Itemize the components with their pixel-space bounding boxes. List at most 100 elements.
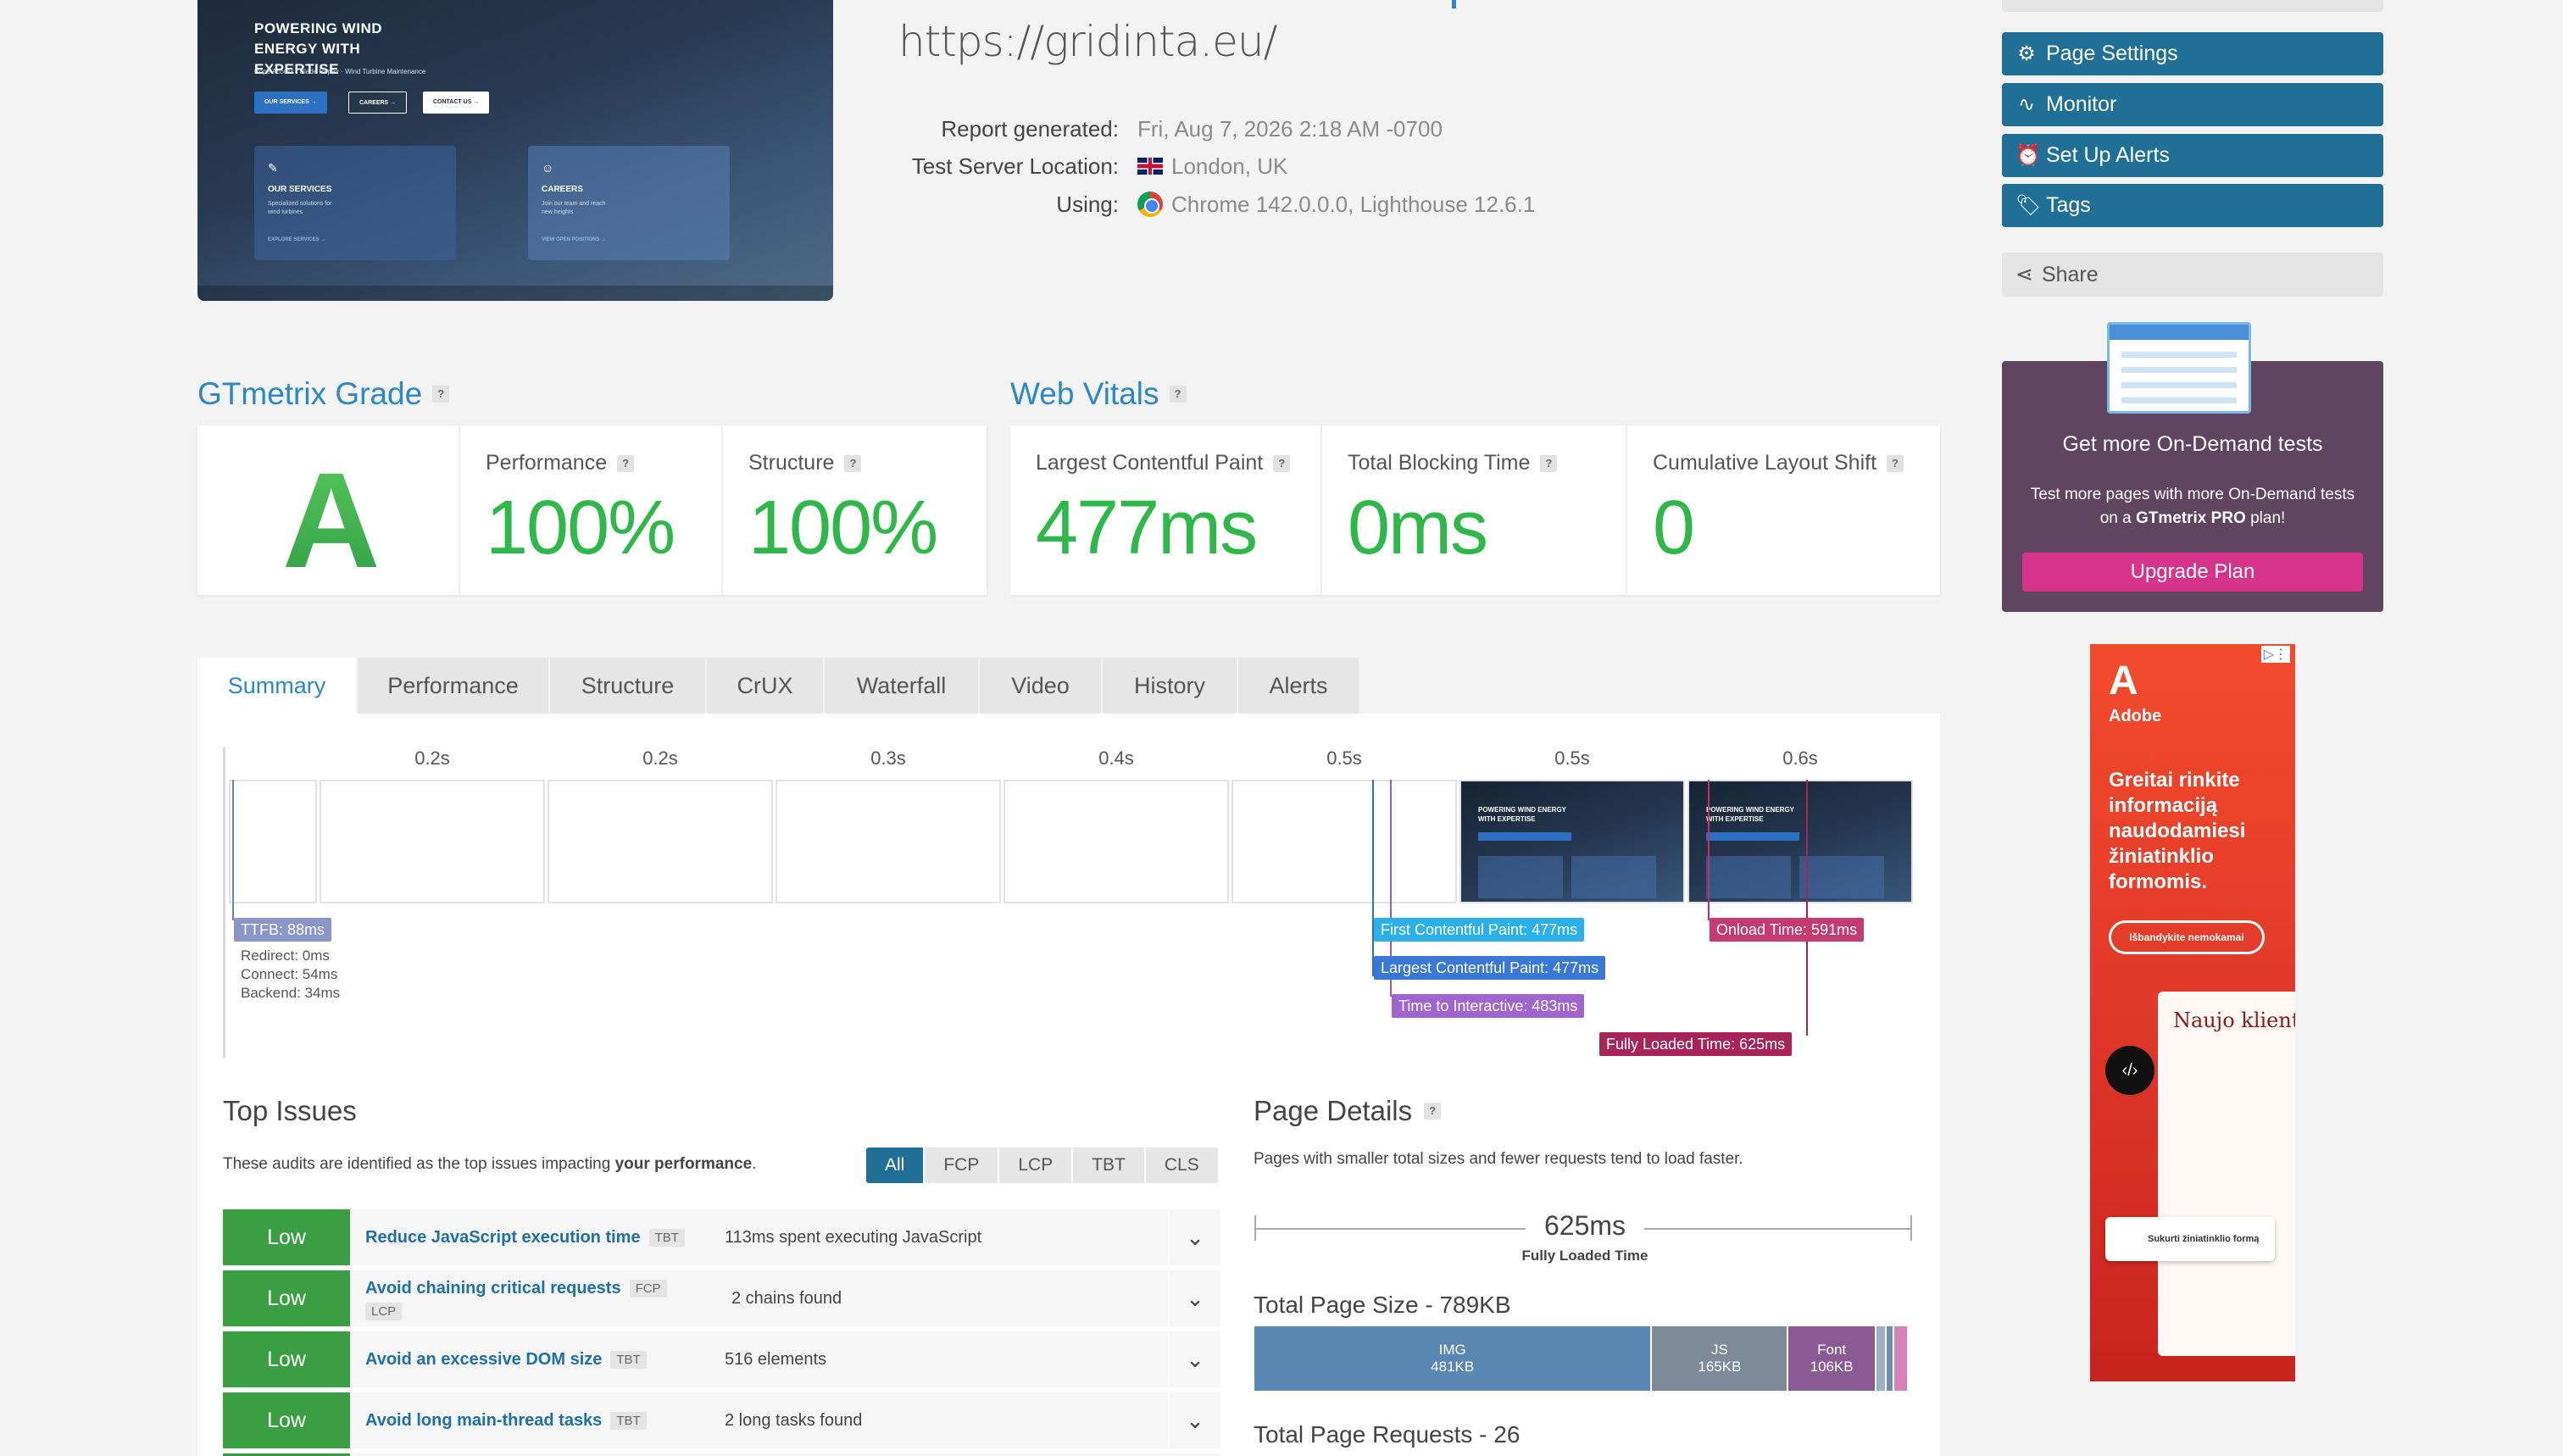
size-segment-other[interactable] bbox=[1886, 1326, 1895, 1391]
issue-name-text[interactable]: Avoid long main-thread tasks bbox=[365, 1411, 602, 1431]
advertisement[interactable]: ▷⋮ A Adobe Greitai rinkite informaciją n… bbox=[2090, 644, 2295, 1381]
issue-row[interactable]: Low Avoid chaining critical requests FCP … bbox=[223, 1270, 1220, 1326]
metric-tag: TBT bbox=[610, 1351, 647, 1369]
help-icon[interactable]: ? bbox=[1424, 1103, 1442, 1120]
upgrade-plan-button[interactable]: Upgrade Plan bbox=[2022, 553, 2363, 592]
alarm-icon: ⏰ bbox=[2015, 144, 2041, 167]
filter-lcp[interactable]: LCP bbox=[999, 1148, 1074, 1183]
filter-cls[interactable]: CLS bbox=[1145, 1148, 1220, 1183]
help-icon[interactable]: ? bbox=[432, 386, 450, 403]
filter-all[interactable]: All bbox=[866, 1148, 926, 1183]
person-icon: ☺ bbox=[542, 161, 554, 175]
thumbnail-card: ☺ CAREERS Join our team and reach new he… bbox=[528, 146, 730, 260]
structure-label: Structure? bbox=[748, 451, 862, 475]
report-url[interactable]: https://gridinta.eu/ bbox=[898, 17, 1277, 66]
issue-row[interactable]: Low Avoid an excessive DOM size TBT 516 e… bbox=[223, 1331, 1220, 1387]
tab-history[interactable]: History bbox=[1103, 658, 1238, 714]
issue-name-text[interactable]: Avoid chaining critical requests bbox=[365, 1279, 621, 1298]
filmstrip-frame[interactable]: POWERING WIND ENERGY WITH EXPERTISE bbox=[1687, 780, 1913, 903]
chevron-down-icon[interactable]: ⌄ bbox=[1168, 1331, 1220, 1387]
page-details-title-text: Page Details bbox=[1254, 1095, 1413, 1126]
fully-loaded-caption: Fully Loaded Time bbox=[1521, 1248, 1648, 1264]
promo-text: Test more pages with more On-Demand test… bbox=[2027, 483, 2358, 531]
issue-detail: 2 chains found bbox=[731, 1289, 842, 1308]
help-icon[interactable]: ? bbox=[617, 454, 635, 472]
backend-time: Backend: 34ms bbox=[241, 985, 341, 1001]
ad-choices-icon[interactable]: ▷⋮ bbox=[2260, 646, 2290, 663]
issue-row[interactable]: Low Avoid long main-thread tasks TBT 2 lo… bbox=[223, 1392, 1220, 1448]
issue-detail: 113ms spent executing JavaScript bbox=[725, 1228, 982, 1247]
share-button[interactable]: ⋖ Share bbox=[2002, 253, 2383, 297]
filmstrip-frame[interactable] bbox=[1004, 780, 1229, 903]
monitor-button[interactable]: ∿ Monitor bbox=[2002, 83, 2383, 126]
size-segment-img[interactable]: IMG 481KB bbox=[1254, 1326, 1653, 1391]
help-icon[interactable]: ? bbox=[1169, 386, 1187, 403]
filter-fcp[interactable]: FCP bbox=[925, 1148, 1000, 1183]
size-segment-font[interactable]: Font 106KB bbox=[1788, 1326, 1876, 1391]
illustration-line bbox=[2121, 397, 2237, 403]
filmstrip-frame[interactable] bbox=[548, 780, 773, 903]
issue-filters: All FCP LCP TBT CLS bbox=[866, 1148, 1220, 1183]
chevron-down-icon[interactable]: ⌄ bbox=[1168, 1392, 1220, 1448]
set-up-alerts-label: Set Up Alerts bbox=[2046, 143, 2170, 167]
filmstrip-frame[interactable]: POWERING WIND ENERGY WITH EXPERTISE bbox=[1459, 780, 1685, 903]
tags-button[interactable]: 🏷 Tags bbox=[2002, 184, 2383, 227]
frame-time: 0.2s bbox=[642, 747, 678, 769]
issue-name[interactable]: Avoid an excessive DOM size TBT bbox=[365, 1350, 647, 1370]
total-page-requests: Total Page Requests - 26 bbox=[1254, 1421, 1521, 1448]
issue-name[interactable]: Avoid long main-thread tasks TBT bbox=[365, 1411, 647, 1431]
filmstrip-frame[interactable] bbox=[776, 780, 1001, 903]
issue-row[interactable]: Low Reduce JavaScript execution time TBT … bbox=[223, 1209, 1220, 1265]
filmstrip-frame[interactable] bbox=[1231, 780, 1457, 903]
ad-brand: Adobe bbox=[2109, 707, 2162, 725]
cls-label: Cumulative Layout Shift? bbox=[1653, 451, 1904, 475]
severity-badge: Low bbox=[223, 1392, 350, 1448]
using-label: Using: bbox=[1056, 192, 1119, 217]
help-icon[interactable]: ? bbox=[1273, 454, 1291, 472]
monitor-label: Monitor bbox=[2046, 92, 2117, 116]
tab-crux[interactable]: CrUX bbox=[707, 658, 825, 714]
help-icon[interactable]: ? bbox=[1540, 454, 1558, 472]
grade-cell: A bbox=[197, 425, 460, 596]
filmstrip-frame[interactable] bbox=[229, 780, 317, 903]
set-up-alerts-button[interactable]: ⏰ Set Up Alerts bbox=[2002, 134, 2383, 177]
issue-name[interactable]: Reduce JavaScript execution time TBT bbox=[365, 1228, 685, 1248]
help-icon[interactable]: ? bbox=[1887, 454, 1904, 472]
chevron-down-icon[interactable]: ⌄ bbox=[1168, 1270, 1220, 1326]
segment-size: 481KB bbox=[1431, 1359, 1475, 1375]
web-vitals-title: Web Vitals? bbox=[1010, 376, 1187, 412]
share-label: Share bbox=[2041, 263, 2099, 286]
page-settings-button[interactable]: ⚙ Page Settings bbox=[2002, 32, 2383, 75]
size-segment-js[interactable]: JS 165KB bbox=[1652, 1326, 1789, 1391]
page-details-title: Page Details? bbox=[1254, 1095, 1442, 1127]
cls-cell: Cumulative Layout Shift? 0 bbox=[1627, 425, 1940, 595]
web-vitals-title-text: Web Vitals bbox=[1010, 376, 1159, 411]
gtmetrix-grade-title: GTmetrix Grade? bbox=[197, 376, 450, 412]
chevron-down-icon[interactable]: ⌄ bbox=[1168, 1209, 1220, 1265]
issue-name-text[interactable]: Avoid an excessive DOM size bbox=[365, 1350, 602, 1370]
onload-marker: Onload Time: 591ms bbox=[1710, 918, 1865, 942]
gtmetrix-grade-title-text: GTmetrix Grade bbox=[197, 376, 423, 411]
size-segment-other[interactable] bbox=[1876, 1326, 1887, 1391]
issue-name[interactable]: Avoid chaining critical requests FCP bbox=[365, 1279, 667, 1298]
thumbnail-button: OUR SERVICES → bbox=[254, 92, 327, 114]
uk-flag-icon bbox=[1137, 158, 1163, 175]
lcp-value: 477ms bbox=[1036, 486, 1258, 570]
tab-alerts[interactable]: Alerts bbox=[1238, 658, 1360, 714]
metric-tag: TBT bbox=[610, 1412, 647, 1430]
tab-video[interactable]: Video bbox=[980, 658, 1103, 714]
thumbnail-card-title: OUR SERVICES bbox=[268, 185, 332, 194]
size-segment-other[interactable] bbox=[1894, 1326, 1907, 1391]
issue-name-text[interactable]: Reduce JavaScript execution time bbox=[365, 1228, 641, 1248]
grade-panel: A Performance? 100% Structure? 100% bbox=[197, 425, 987, 596]
filter-tbt[interactable]: TBT bbox=[1073, 1148, 1146, 1183]
report-tabs: Summary Performance Structure CrUX Water… bbox=[197, 658, 1360, 714]
tab-structure[interactable]: Structure bbox=[550, 658, 707, 714]
filmstrip-frame[interactable] bbox=[320, 780, 545, 903]
tab-waterfall[interactable]: Waterfall bbox=[825, 658, 980, 714]
help-icon[interactable]: ? bbox=[844, 454, 862, 472]
structure-value: 100% bbox=[748, 486, 938, 570]
ad-cta-button[interactable]: Išbandykite nemokamai bbox=[2109, 920, 2265, 954]
tab-performance[interactable]: Performance bbox=[358, 658, 550, 714]
tab-summary[interactable]: Summary bbox=[197, 658, 358, 714]
